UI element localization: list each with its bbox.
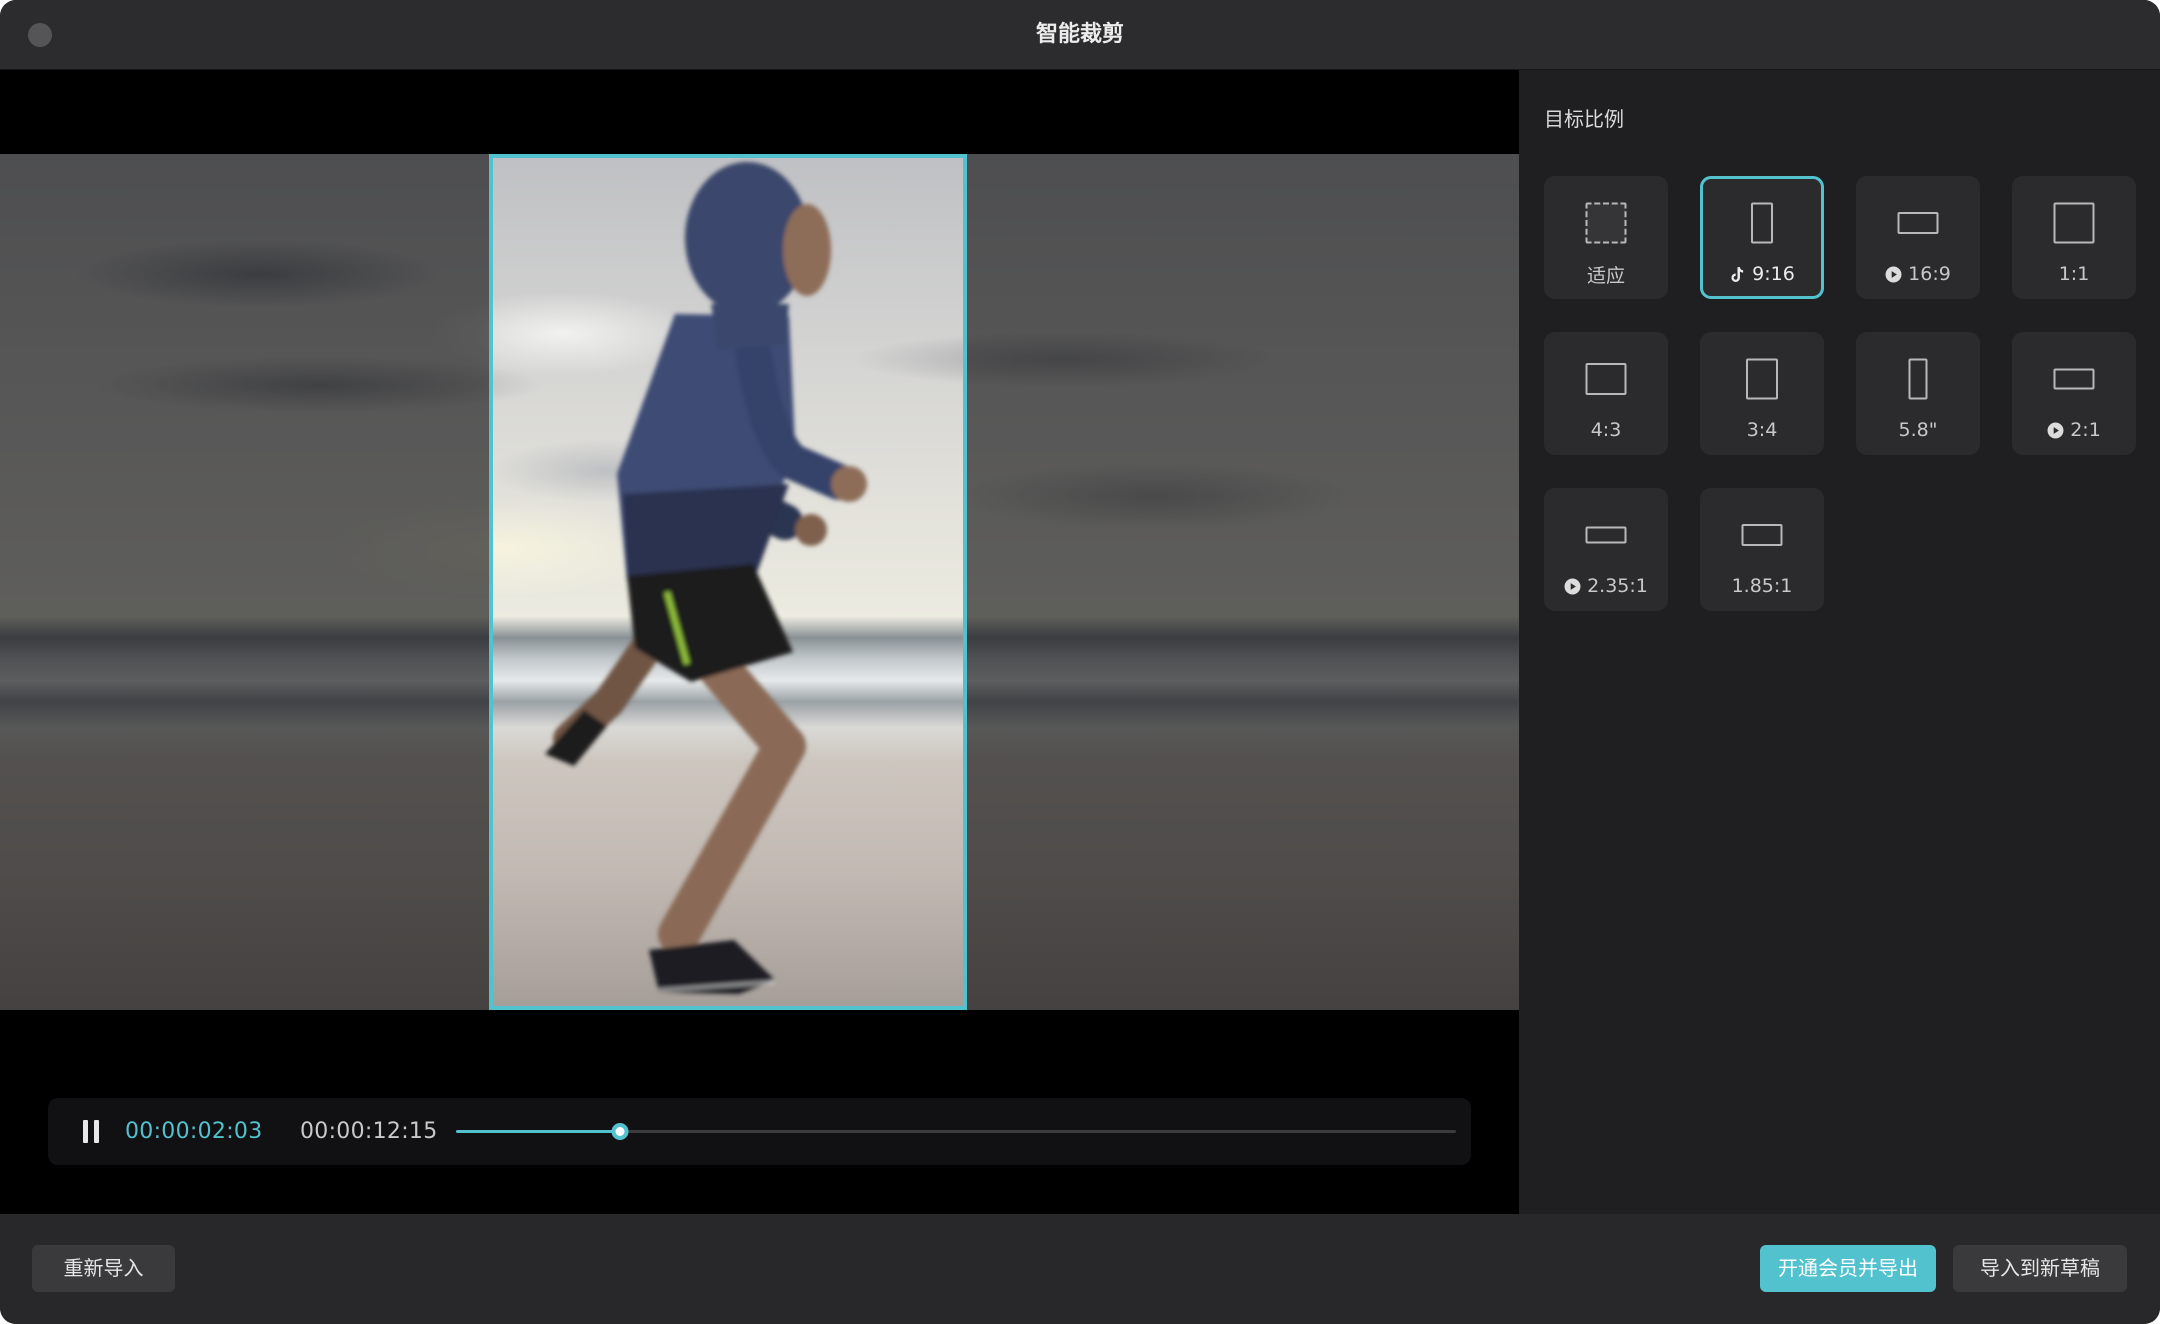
ratio-option-fit[interactable]: 适应 — [1544, 176, 1668, 299]
ratio-label-row: 2:1 — [2015, 418, 2133, 442]
ratio-label-row: 1:1 — [2015, 262, 2133, 286]
ratio-label-row: 3:4 — [1703, 418, 1821, 442]
ratio-option-2-35-1[interactable]: 2.35:1 — [1544, 488, 1668, 611]
smart-crop-window: 智能裁剪 00:00:02:03 00:00:12:15 目标比例 适应 9:1… — [0, 0, 2160, 1324]
ratio-option-5-8-inch[interactable]: 5.8" — [1856, 332, 1980, 455]
cinema-2-35-1-icon — [1585, 526, 1627, 544]
portrait-3-4-icon — [1746, 358, 1778, 400]
cinema-1-85-1-icon — [1741, 524, 1783, 546]
video-preview: 00:00:02:03 00:00:12:15 — [0, 70, 1519, 1214]
ratio-grid: 适应 9:16 16:9 1:1 4:3 3:4 5.8" 2:1 2.35:1… — [1544, 176, 2136, 611]
ratio-option-1-85-1[interactable]: 1.85:1 — [1700, 488, 1824, 611]
ratio-label: 5.8" — [1898, 419, 1938, 441]
play-badge-icon — [1885, 266, 1902, 283]
panel-heading: 目标比例 — [1544, 107, 1624, 131]
phone-5-8-icon — [1908, 358, 1928, 400]
ratio-option-4-3[interactable]: 4:3 — [1544, 332, 1668, 455]
runner-back-hand — [795, 514, 827, 546]
ratio-option-1-1[interactable]: 1:1 — [2012, 176, 2136, 299]
runner-figure — [545, 162, 867, 994]
ratio-label-row: 2.35:1 — [1547, 574, 1665, 598]
current-time: 00:00:02:03 — [125, 1119, 263, 1144]
ratio-panel: 目标比例 适应 9:16 16:9 1:1 4:3 3:4 5.8" 2:1 2… — [1519, 70, 2160, 1214]
ratio-option-9-16[interactable]: 9:16 — [1700, 176, 1824, 299]
ratio-option-2-1[interactable]: 2:1 — [2012, 332, 2136, 455]
ratio-option-3-4[interactable]: 3:4 — [1700, 332, 1824, 455]
import-to-new-draft-button[interactable]: 导入到新草稿 — [1953, 1245, 2127, 1292]
ratio-label: 1:1 — [2058, 263, 2090, 285]
portrait-9-16-icon — [1751, 202, 1773, 244]
runner-front-hand — [831, 466, 867, 502]
reimport-button[interactable]: 重新导入 — [32, 1245, 175, 1292]
ratio-label: 适应 — [1586, 264, 1625, 287]
crop-frame[interactable] — [489, 154, 967, 1010]
crop-outside-dim-left — [0, 154, 489, 1010]
ratio-label-row: 适应 — [1547, 262, 1665, 287]
square-1-1-icon — [2053, 202, 2095, 244]
progress-track[interactable] — [456, 1123, 1456, 1140]
title-bar: 智能裁剪 — [0, 0, 2160, 70]
ratio-label: 9:16 — [1752, 263, 1795, 285]
window-title: 智能裁剪 — [1035, 22, 1124, 47]
progress-knob[interactable] — [611, 1123, 629, 1140]
ratio-option-16-9[interactable]: 16:9 — [1856, 176, 1980, 299]
ratio-label: 2.35:1 — [1587, 575, 1648, 597]
footer-bar: 重新导入 开通会员并导出 导入到新草稿 — [0, 1214, 2160, 1324]
ratio-label: 1.85:1 — [1731, 575, 1793, 597]
playback-bar: 00:00:02:03 00:00:12:15 — [48, 1098, 1471, 1165]
play-badge-icon — [2047, 422, 2064, 439]
landscape-16-9-icon — [1897, 212, 1939, 234]
ratio-label-row: 1.85:1 — [1703, 574, 1821, 598]
ratio-label-row: 9:16 — [1703, 262, 1821, 286]
ratio-label: 2:1 — [2070, 419, 2101, 441]
pause-icon[interactable] — [82, 1120, 100, 1143]
ratio-label: 16:9 — [1908, 263, 1951, 285]
vip-export-button[interactable]: 开通会员并导出 — [1760, 1245, 1936, 1292]
play-badge-icon — [1564, 578, 1581, 595]
crop-outside-dim-right — [967, 154, 1519, 1010]
wide-2-1-icon — [2053, 368, 2095, 390]
landscape-4-3-icon — [1585, 363, 1627, 395]
ratio-label-row: 5.8" — [1859, 418, 1977, 442]
tiktok-icon — [1729, 266, 1746, 283]
ratio-label: 3:4 — [1746, 419, 1778, 441]
progress-fill — [456, 1130, 620, 1133]
runner-face — [783, 204, 831, 296]
ratio-label-row: 16:9 — [1859, 262, 1977, 286]
ratio-label: 4:3 — [1590, 419, 1622, 441]
total-duration: 00:00:12:15 — [300, 1119, 438, 1144]
runner-front-leg — [658, 638, 806, 955]
ratio-label-row: 4:3 — [1547, 418, 1665, 442]
fit-dashed-frame-icon — [1585, 202, 1627, 244]
